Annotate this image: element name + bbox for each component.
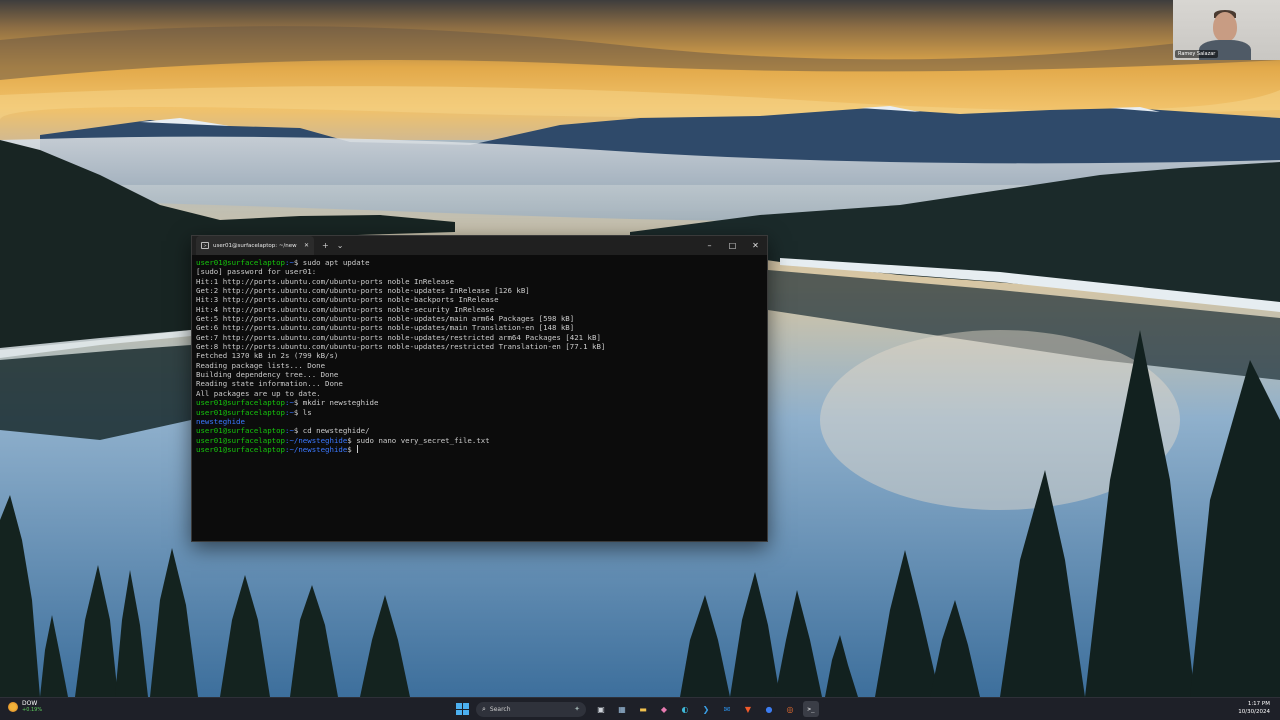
terminal-tab-title: user01@surfacelaptop: ~/new (213, 242, 297, 249)
window-controls: – □ ✕ (698, 236, 767, 255)
ubuntu-icon[interactable]: ◎ (782, 701, 798, 717)
terminal-line: user01@surfacelaptop:~$ mkdir newsteghid… (196, 398, 763, 407)
webcam-overlay: Ramey Salazar (1173, 0, 1280, 60)
stock-ticker-icon (8, 701, 18, 712)
clock-date: 10/30/2024 (1238, 709, 1270, 715)
copilot-icon[interactable]: ◆ (656, 701, 672, 717)
system-clock[interactable]: 1:17 PM 10/30/2024 (1238, 700, 1270, 716)
command-text: $ (347, 444, 357, 454)
directory-listing: newsteghide (196, 416, 245, 426)
terminal-line: Building dependency tree... Done (196, 370, 339, 380)
taskbar: DOW +0.19% ⌕ Search ✦ ▣ ▦ ▬ ◆ ◐ ❯ ✉ ▼ ● … (0, 697, 1280, 720)
minimize-button[interactable]: – (698, 236, 721, 255)
terminal-line: Get:2 http://ports.ubuntu.com/ubuntu-por… (196, 286, 530, 296)
prompt-path: :~ (285, 398, 294, 408)
prompt-user: user01@surfacelaptop (196, 435, 285, 445)
taskbar-center: ⌕ Search ✦ ▣ ▦ ▬ ◆ ◐ ❯ ✉ ▼ ● ◎ >_ (455, 700, 819, 718)
prompt-user: user01@surfacelaptop (196, 407, 285, 417)
task-view-icon[interactable]: ▣ (593, 701, 609, 717)
terminal-line: Get:5 http://ports.ubuntu.com/ubuntu-por… (196, 314, 575, 324)
close-button[interactable]: ✕ (744, 236, 767, 255)
terminal-line: Reading state information... Done (196, 379, 343, 389)
prompt-user: user01@surfacelaptop (196, 398, 285, 408)
prompt-path: :~/newsteghide (285, 435, 348, 445)
terminal-tab[interactable]: > user01@surfacelaptop: ~/new ✕ (196, 236, 314, 255)
prompt-path: :~ (285, 426, 294, 436)
terminal-line: Hit:3 http://ports.ubuntu.com/ubuntu-por… (196, 295, 499, 305)
terminal-line: Fetched 1370 kB in 2s (799 kB/s) (196, 351, 339, 361)
command-text: $ mkdir newsteghide (293, 398, 379, 408)
brave-browser-icon[interactable]: ▼ (740, 701, 756, 717)
weather-widget[interactable]: DOW +0.19% (8, 700, 42, 713)
search-placeholder: Search (489, 705, 511, 713)
start-button[interactable] (455, 702, 469, 716)
terminal-line: Get:6 http://ports.ubuntu.com/ubuntu-por… (196, 323, 575, 333)
person-head (1213, 12, 1237, 42)
tab-close-icon[interactable]: ✕ (304, 242, 309, 249)
terminal-line: Reading package lists... Done (196, 360, 326, 370)
tab-dropdown-button[interactable]: ⌄ (337, 236, 344, 255)
terminal-line: user01@surfacelaptop:~$ ls (196, 408, 763, 417)
command-text: $ cd newsteghide/ (293, 426, 370, 436)
terminal-line: Hit:4 http://ports.ubuntu.com/ubuntu-por… (196, 304, 495, 314)
terminal-line: user01@surfacelaptop:~$ sudo apt update (196, 258, 763, 267)
search-highlight-icon: ✦ (574, 705, 580, 713)
stock-ticker-text: DOW +0.19% (22, 700, 42, 713)
terminal-line: user01@surfacelaptop:~$ cd newsteghide/ (196, 426, 763, 435)
prompt-path: :~ (285, 407, 294, 417)
terminal-line: user01@surfacelaptop:~/newsteghide$ (196, 444, 763, 454)
prompt-path: :~ (285, 258, 294, 267)
clock-time: 1:17 PM (1247, 701, 1270, 707)
text-cursor (357, 444, 359, 453)
terminal-app-icon[interactable]: >_ (803, 701, 819, 717)
terminal-line: newsteghide (196, 417, 763, 426)
search-icon: ⌕ (482, 704, 486, 713)
new-tab-button[interactable]: + (322, 236, 329, 255)
terminal-line: Get:7 http://ports.ubuntu.com/ubuntu-por… (196, 332, 601, 342)
terminal-tab-icon: > (201, 242, 209, 249)
command-text: $ ls (293, 407, 312, 417)
prompt-path: :~/newsteghide (285, 444, 348, 454)
terminal-window[interactable]: > user01@surfacelaptop: ~/new ✕ + ⌄ – □ … (191, 235, 768, 542)
terminal-line: Get:8 http://ports.ubuntu.com/ubuntu-por… (196, 342, 606, 352)
ticker-title: DOW (22, 700, 38, 707)
taskbar-search[interactable]: ⌕ Search ✦ (476, 701, 586, 717)
prompt-user: user01@surfacelaptop (196, 258, 285, 267)
terminal-titlebar[interactable]: > user01@surfacelaptop: ~/new ✕ + ⌄ – □ … (192, 236, 767, 255)
vscode-icon[interactable]: ❯ (698, 701, 714, 717)
prompt-user: user01@surfacelaptop (196, 426, 285, 436)
outlook-icon[interactable]: ✉ (719, 701, 735, 717)
edge-browser-icon[interactable]: ◐ (677, 701, 693, 717)
terminal-line: [sudo] password for user01: (196, 267, 317, 277)
participant-name: Ramey Salazar (1175, 50, 1219, 58)
widgets-icon[interactable]: ▦ (614, 701, 630, 717)
file-explorer-icon[interactable]: ▬ (635, 701, 651, 717)
command-text: $ sudo nano very_secret_file.txt (347, 435, 490, 445)
prompt-user: user01@surfacelaptop (196, 444, 285, 454)
messenger-icon[interactable]: ● (761, 701, 777, 717)
terminal-line: Hit:1 http://ports.ubuntu.com/ubuntu-por… (196, 276, 455, 286)
ticker-change: +0.19% (22, 707, 43, 713)
maximize-button[interactable]: □ (721, 236, 744, 255)
terminal-output[interactable]: user01@surfacelaptop:~$ sudo apt update[… (192, 255, 767, 457)
terminal-line: All packages are up to date. (196, 388, 321, 398)
command-text: $ sudo apt update (293, 258, 370, 267)
terminal-line: user01@surfacelaptop:~/newsteghide$ sudo… (196, 436, 763, 445)
